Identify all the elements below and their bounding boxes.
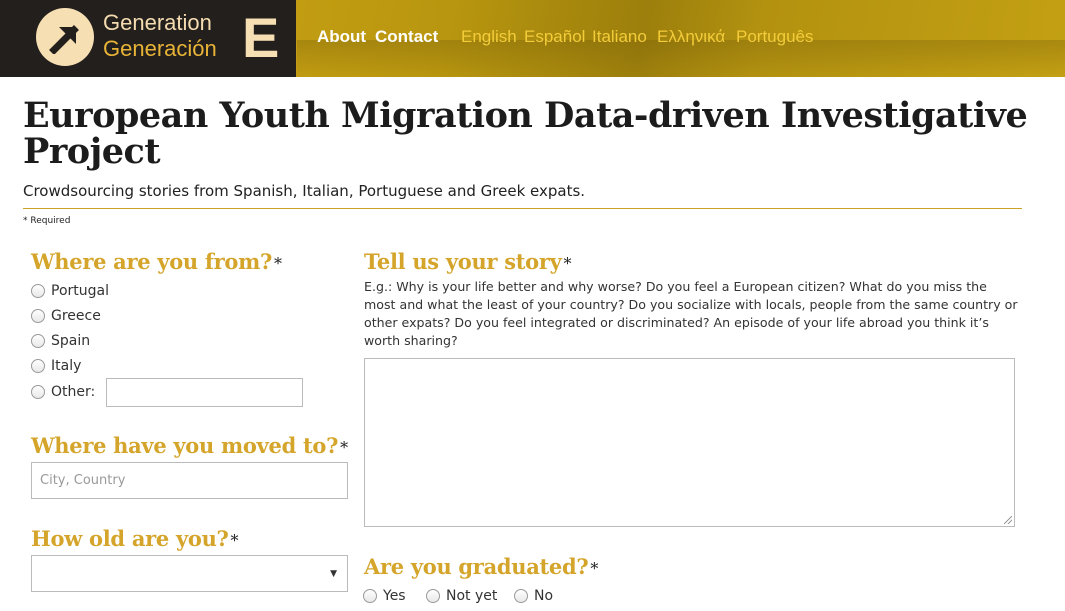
radio-button[interactable] xyxy=(426,589,440,603)
option-label: Italy xyxy=(51,358,82,374)
lang-greek-link[interactable]: Ελληνικά xyxy=(657,27,725,47)
radio-button[interactable] xyxy=(31,359,45,373)
option-label: Other: xyxy=(51,384,96,400)
graduated-question-label: Are you graduated? xyxy=(364,554,589,579)
story-question-label: Tell us your story xyxy=(364,249,562,274)
required-star: * xyxy=(563,254,572,273)
logo-text-generation[interactable]: Generation xyxy=(103,10,212,36)
required-star: * xyxy=(274,254,282,273)
resize-grip-icon[interactable] xyxy=(1004,516,1012,524)
lang-italiano-link[interactable]: Italiano xyxy=(592,27,647,47)
page-title: European Youth Migration Data-driven Inv… xyxy=(23,95,1028,172)
logo-text-generacion[interactable]: Generación xyxy=(103,36,217,62)
age-question-heading: How old are you? * xyxy=(31,526,239,551)
destination-question-label: Where have you moved to? xyxy=(31,433,339,458)
destination-question-heading: Where have you moved to? * xyxy=(31,433,348,458)
story-textarea[interactable] xyxy=(364,358,1015,527)
nav-about-link[interactable]: About xyxy=(317,27,366,47)
radio-button[interactable] xyxy=(514,589,528,603)
radio-button[interactable] xyxy=(31,309,45,323)
destination-placeholder: City, Country xyxy=(40,473,126,488)
origin-option-spain[interactable]: Spain xyxy=(31,333,90,349)
radio-button[interactable] xyxy=(363,589,377,603)
site-header: Generation Generación E About Contact En… xyxy=(0,0,1065,77)
radio-button[interactable] xyxy=(31,334,45,348)
origin-option-greece[interactable]: Greece xyxy=(31,308,101,324)
option-label: Greece xyxy=(51,308,101,324)
origin-question-label: Where are you from? xyxy=(31,249,273,274)
logo-letter-e[interactable]: E xyxy=(242,6,279,70)
option-label: Spain xyxy=(51,333,91,349)
page-subtitle: Crowdsourcing stories from Spanish, Ital… xyxy=(23,182,586,200)
option-label: Portugal xyxy=(51,283,109,299)
age-question-label: How old are you? xyxy=(31,526,229,551)
origin-option-portugal[interactable]: Portugal xyxy=(31,283,109,299)
origin-option-italy[interactable]: Italy xyxy=(31,358,81,374)
option-label: Yes xyxy=(383,588,406,604)
radio-button[interactable] xyxy=(31,385,45,399)
option-label: No xyxy=(534,588,554,604)
story-description: E.g.: Why is your life better and why wo… xyxy=(364,279,1018,348)
title-divider xyxy=(23,208,1022,209)
graduated-option-no[interactable]: No xyxy=(514,588,553,604)
nav-contact-link[interactable]: Contact xyxy=(375,27,438,47)
lang-espanol-link[interactable]: Español xyxy=(524,27,585,47)
origin-other-input[interactable] xyxy=(106,378,303,407)
graduated-question-heading: Are you graduated? * xyxy=(364,554,598,579)
required-star: * xyxy=(590,559,599,578)
required-star: * xyxy=(340,438,348,457)
radio-button[interactable] xyxy=(31,284,45,298)
age-select[interactable]: ▼ xyxy=(31,555,348,592)
graduated-option-not-yet[interactable]: Not yet xyxy=(426,588,497,604)
caret-down-icon: ▼ xyxy=(330,569,337,579)
lang-portugues-link[interactable]: Português xyxy=(736,27,814,47)
lang-english-link[interactable]: English xyxy=(461,27,517,47)
logo-arrow-icon[interactable] xyxy=(36,8,94,66)
story-question-heading: Tell us your story * xyxy=(364,249,571,274)
required-note: * Required xyxy=(23,216,71,226)
required-star: * xyxy=(230,531,239,550)
origin-option-other[interactable]: Other: xyxy=(31,384,95,400)
header-divider xyxy=(296,0,297,77)
origin-question-heading: Where are you from? * xyxy=(31,249,282,274)
graduated-option-yes[interactable]: Yes xyxy=(363,588,406,604)
destination-input[interactable]: City, Country xyxy=(31,462,348,499)
option-label: Not yet xyxy=(446,588,498,604)
